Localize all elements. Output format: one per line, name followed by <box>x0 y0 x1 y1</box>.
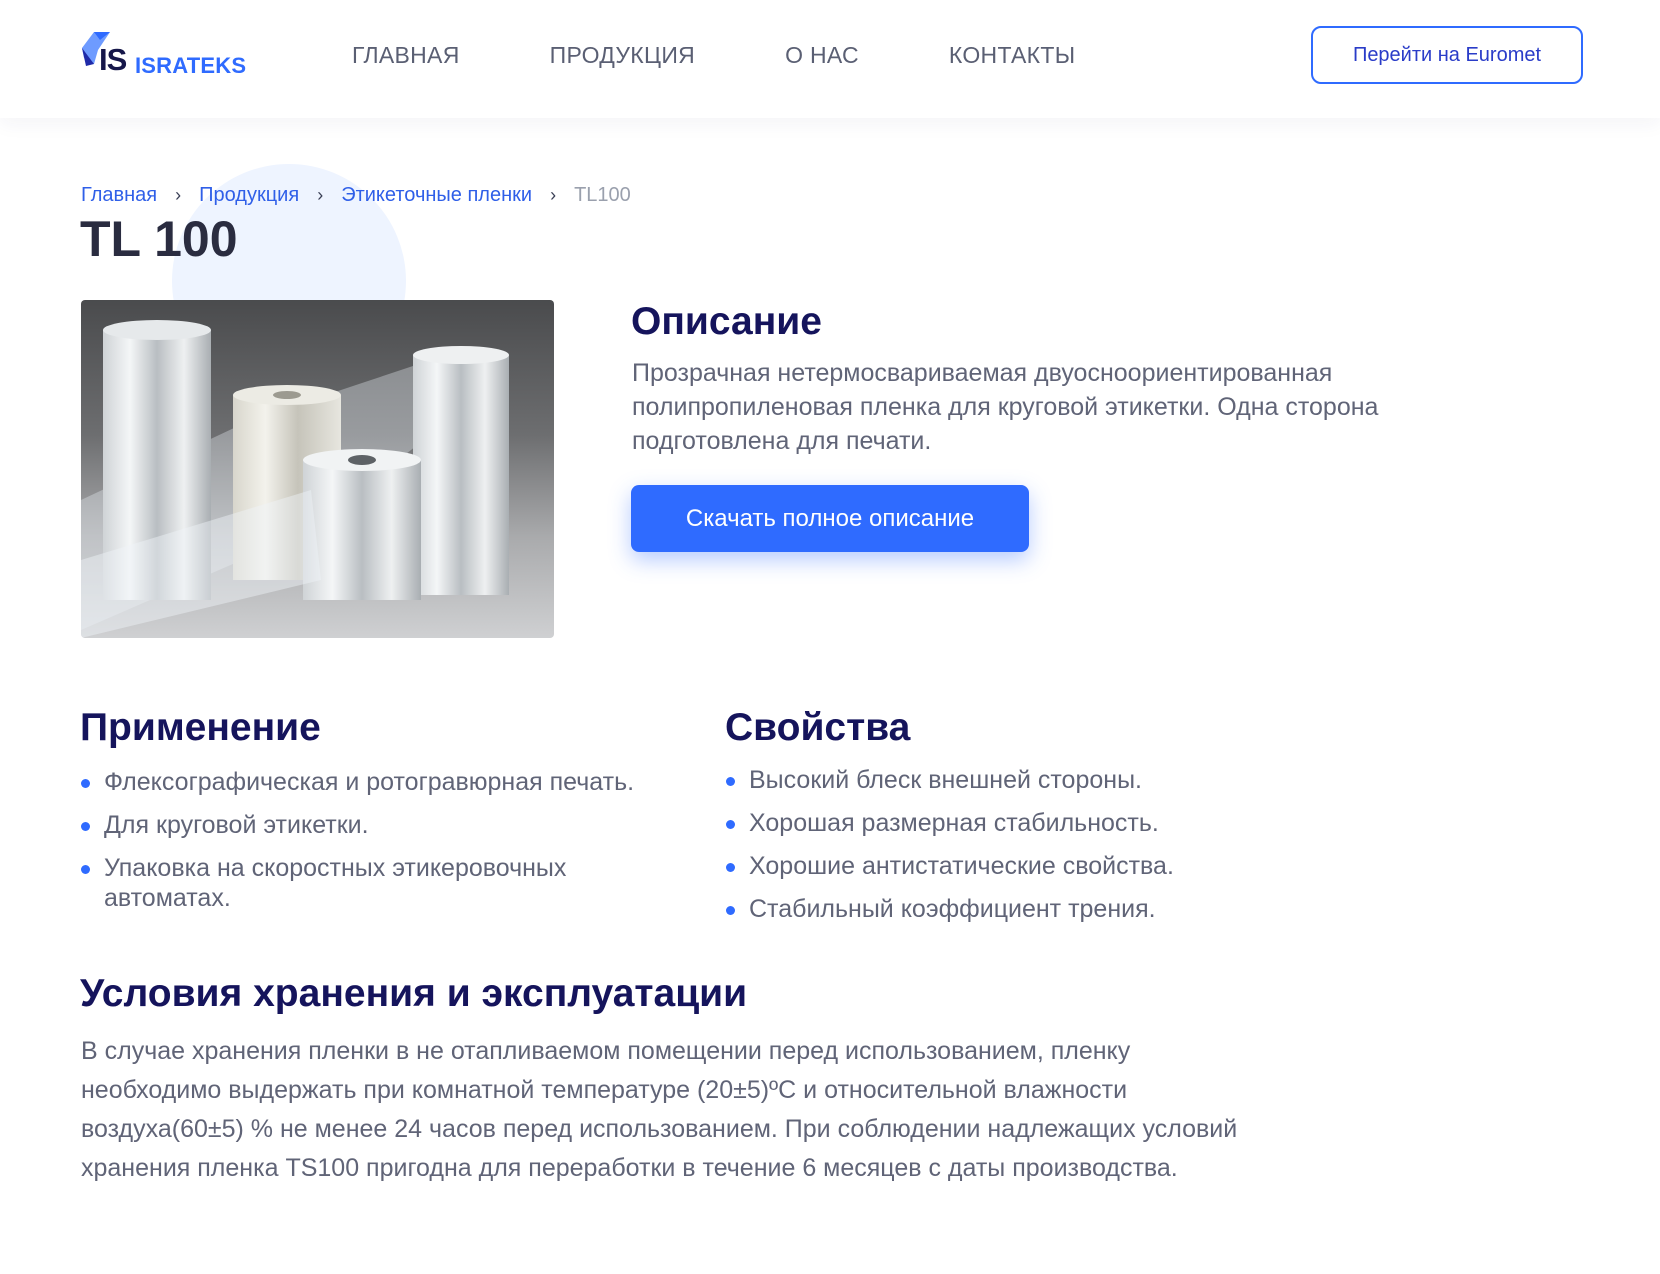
list-item: Стабильный коэффициент трения. <box>726 894 1346 924</box>
list-item: Хорошая размерная стабильность. <box>726 808 1346 838</box>
breadcrumb-home[interactable]: Главная <box>81 184 157 207</box>
storage-text: В случае хранения пленки в не отапливаем… <box>81 1037 1238 1182</box>
list-item: Упаковка на скоростных этикеровочных авт… <box>81 853 641 913</box>
breadcrumb-label-films[interactable]: Этикеточные пленки <box>341 184 532 207</box>
properties-list: Высокий блеск внешней стороны. Хорошая р… <box>726 765 1346 937</box>
breadcrumb-products[interactable]: Продукция <box>199 184 299 207</box>
nav-about[interactable]: О НАС <box>785 42 859 69</box>
page-title: TL 100 <box>80 211 238 267</box>
storage-title: Условия хранения и эксплуатации <box>80 972 748 1015</box>
breadcrumb: Главная › Продукция › Этикеточные пленки… <box>81 184 631 207</box>
chevron-right-icon: › <box>550 185 557 205</box>
chevron-right-icon: › <box>317 185 324 205</box>
list-item: Высокий блеск внешней стороны. <box>726 765 1346 795</box>
nav-contacts[interactable]: КОНТАКТЫ <box>949 42 1075 69</box>
application-title: Применение <box>80 706 321 749</box>
chevron-right-icon: › <box>175 185 182 205</box>
list-item: Флексографическая и ротогравюрная печать… <box>81 767 681 797</box>
download-description-button[interactable]: Скачать полное описание <box>631 485 1029 552</box>
main-nav: ГЛАВНАЯ ПРОДУКЦИЯ О НАС КОНТАКТЫ <box>352 42 1165 69</box>
description-text: Прозрачная нетермосвариваемая двуосноори… <box>632 359 1379 455</box>
product-image <box>81 300 554 638</box>
euromet-button[interactable]: Перейти на Euromet <box>1311 26 1583 84</box>
list-item: Для круговой этикетки. <box>81 810 681 840</box>
application-list: Флексографическая и ротогравюрная печать… <box>81 767 681 926</box>
breadcrumb-current: TL100 <box>574 184 631 206</box>
properties-title: Свойства <box>725 706 911 749</box>
site-header: IS ISRATEKS ГЛАВНАЯ ПРОДУКЦИЯ О НАС КОНТ… <box>0 0 1660 118</box>
logo-mark: IS <box>99 42 127 77</box>
film-rolls-illustration <box>81 320 509 638</box>
nav-products[interactable]: ПРОДУКЦИЯ <box>550 42 695 69</box>
nav-home[interactable]: ГЛАВНАЯ <box>352 42 460 69</box>
description-title: Описание <box>631 300 822 343</box>
list-item: Хорошие антистатические свойства. <box>726 851 1346 881</box>
logo[interactable]: IS ISRATEKS <box>80 30 250 80</box>
logo-text: ISRATEKS <box>135 53 247 78</box>
